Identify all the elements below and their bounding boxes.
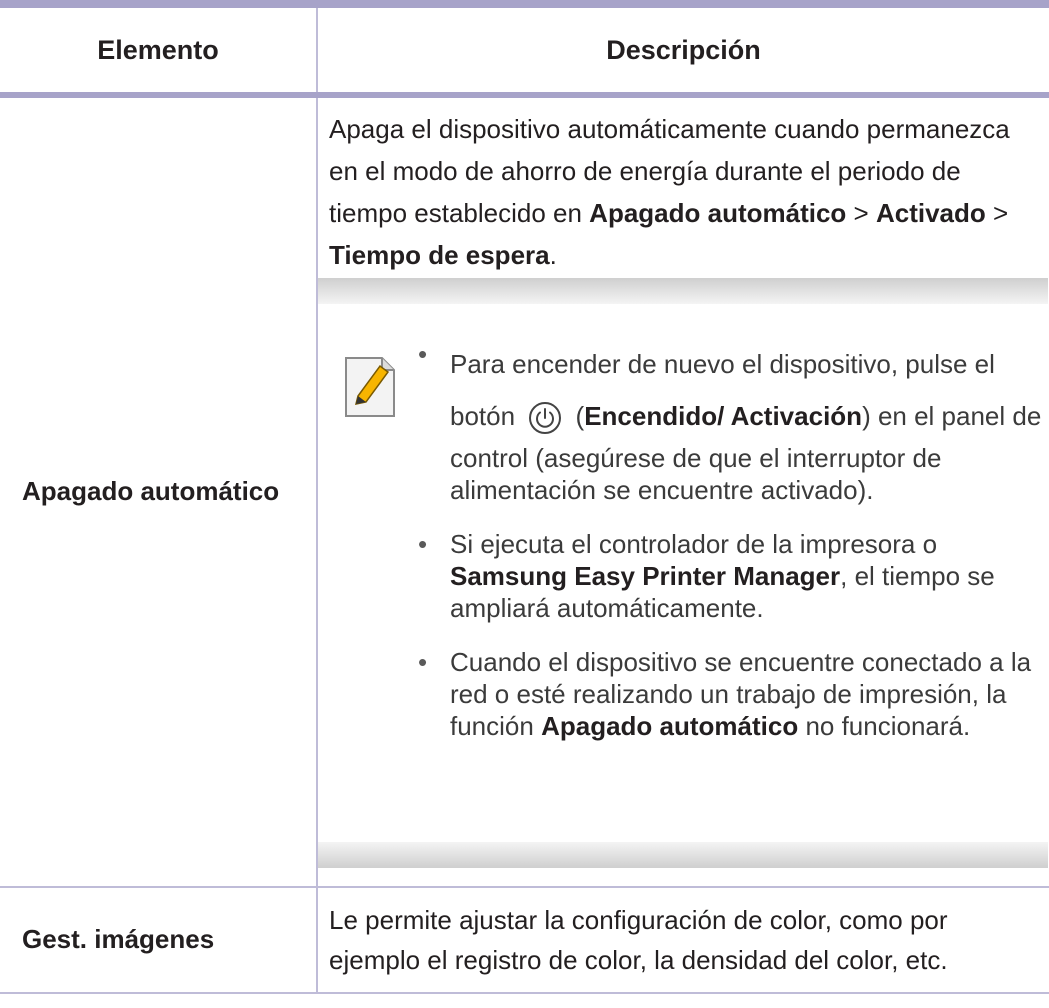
list-item: • Para encender de nuevo el dispositivo, …	[418, 338, 1043, 506]
list-item: • Cuando el dispositivo se encuentre cone…	[418, 646, 1043, 742]
bullet-text: no funcionará.	[798, 711, 971, 741]
note-top-bar	[318, 278, 1048, 304]
description-paragraph: Apaga el dispositivo automáticamente cua…	[329, 108, 1044, 276]
manual-page: Elemento Descripción Apagado automático …	[0, 0, 1049, 1008]
paragraph-separator: >	[846, 198, 876, 228]
bullet-dot: •	[418, 339, 428, 369]
column-header-description: Descripción	[317, 0, 1049, 98]
note-bullet-list: • Para encender de nuevo el dispositivo, …	[418, 338, 1043, 764]
bullet-bold: Apagado automático	[541, 711, 799, 741]
bullet-bold: Samsung Easy Printer Manager	[450, 561, 841, 591]
row-label-apagado-automatico: Apagado automático	[0, 95, 318, 888]
paragraph-end: .	[549, 240, 557, 270]
column-header-element: Elemento	[0, 0, 318, 98]
row-description-gest-imagenes: Le permite ajustar la configuración de c…	[317, 887, 1049, 994]
note-bottom-bar	[318, 842, 1048, 868]
list-item: • Si ejecuta el controlador de la impreso…	[418, 528, 1043, 624]
row-label-gest-imagenes: Gest. imágenes	[0, 887, 318, 994]
bullet-text: Si ejecuta el controlador de la impresor…	[450, 529, 938, 559]
bullet-bold: Encendido/ Activación	[584, 401, 863, 431]
table-header-row: Elemento Descripción	[0, 0, 1049, 98]
bullet-dot: •	[418, 647, 428, 677]
power-icon	[529, 402, 562, 435]
note-box: • Para encender de nuevo el dispositivo, …	[318, 278, 1048, 868]
bullet-text: (	[568, 401, 585, 431]
paragraph-bold-tiempo: Tiempo de espera	[329, 240, 550, 270]
paragraph-separator: >	[985, 198, 1009, 228]
paragraph-bold-apagado: Apagado automático	[589, 198, 847, 228]
row-description-apagado-automatico: Apaga el dispositivo automáticamente cua…	[317, 95, 1049, 888]
table-row: Apagado automático Apaga el dispositivo …	[0, 95, 1049, 888]
paragraph-bold-activado: Activado	[875, 198, 986, 228]
settings-table: Elemento Descripción Apagado automático …	[0, 0, 1049, 994]
note-pencil-icon	[345, 357, 395, 417]
bullet-dot: •	[418, 529, 428, 559]
table-row: Gest. imágenes Le permite ajustar la con…	[0, 887, 1049, 994]
